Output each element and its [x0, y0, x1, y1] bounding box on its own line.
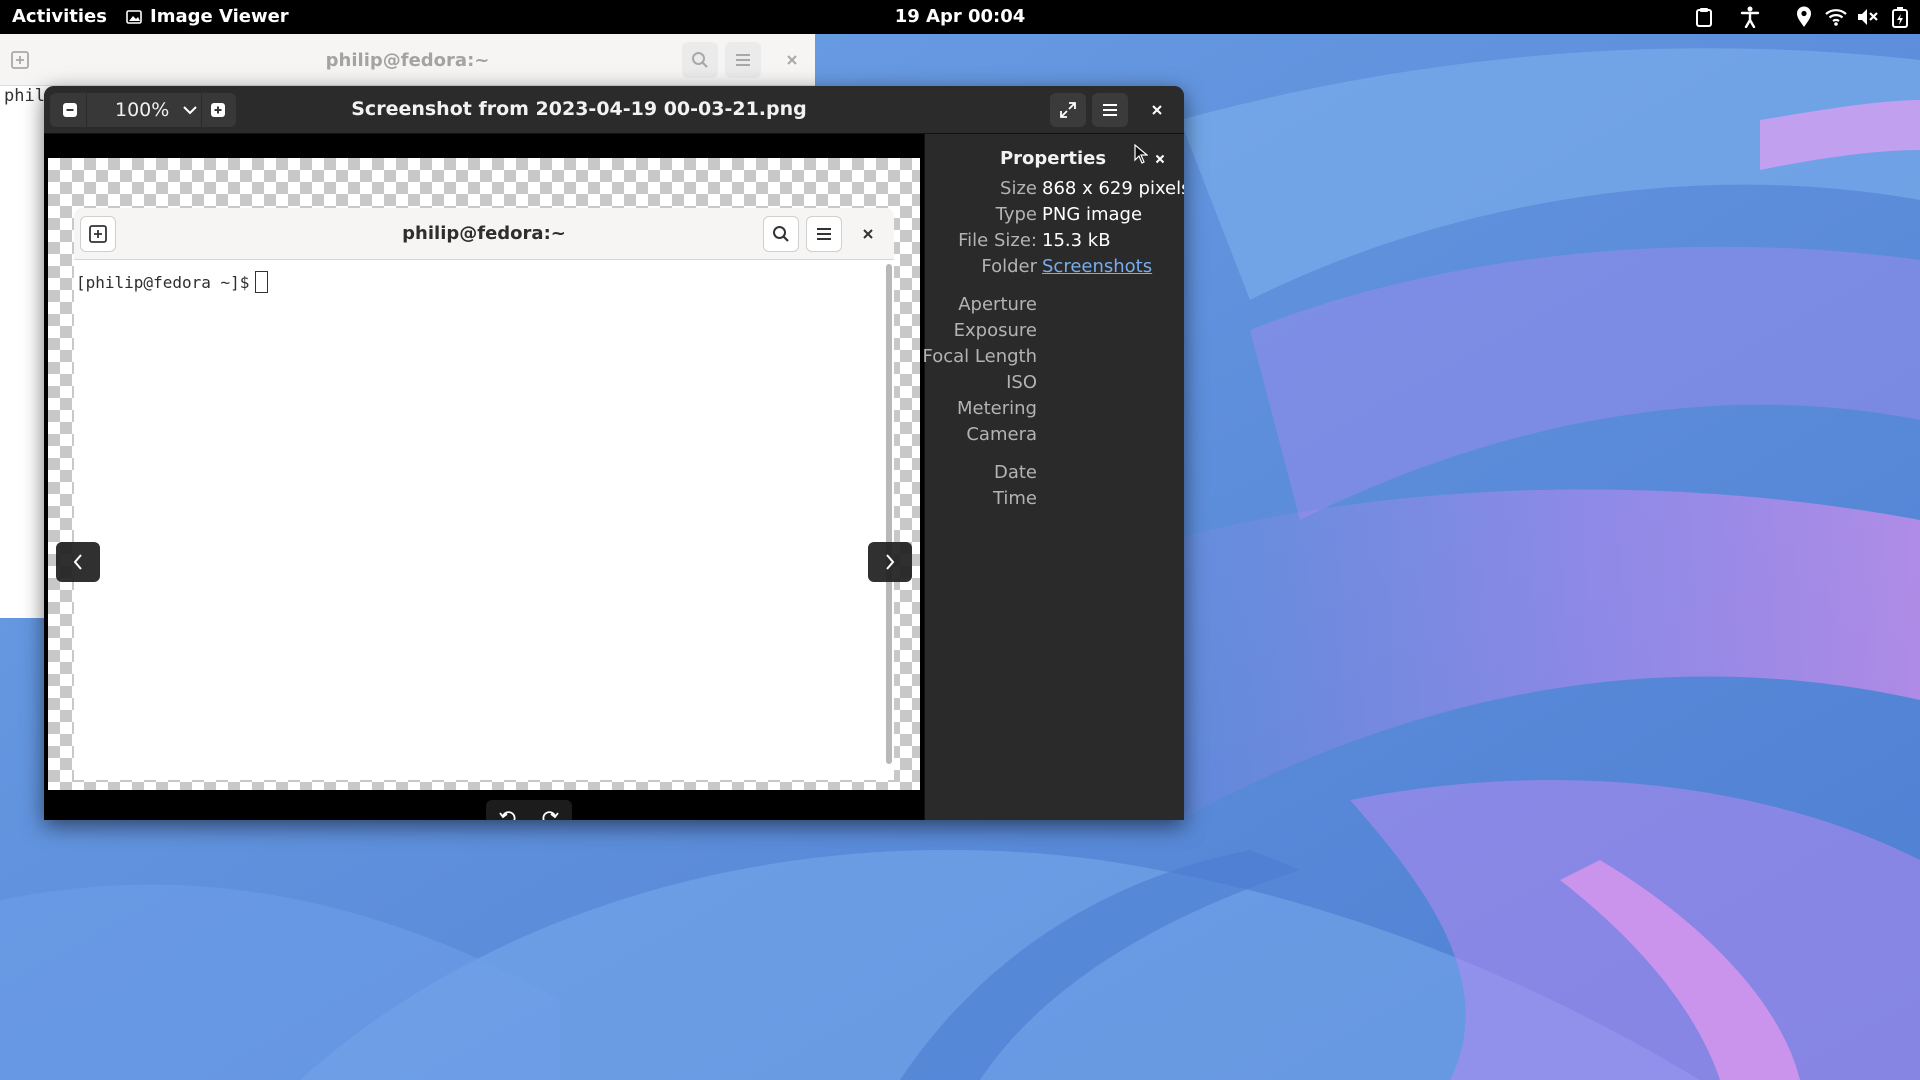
property-row-focal-length: Focal Length: [922, 346, 1184, 370]
close-icon: [1151, 104, 1163, 116]
image-viewer-app-icon: [126, 9, 142, 25]
image-viewer-title: Screenshot from 2023-04-19 00-03-21.png: [351, 98, 807, 120]
property-row-metering: Metering: [925, 398, 1184, 422]
properties-close-button[interactable]: [1149, 148, 1171, 170]
property-label: Camera: [966, 424, 1037, 445]
property-value: 15.3 kB: [1042, 230, 1111, 251]
property-value: 868 x 629 pixels: [1042, 178, 1184, 199]
image-viewer-window[interactable]: 100% Screenshot from 2023-04-19 00-03-21…: [44, 86, 1184, 820]
folder-link[interactable]: Screenshots: [1042, 256, 1152, 277]
background-terminal-prompt: phil: [4, 86, 45, 106]
clipboard-icon[interactable]: [1692, 5, 1716, 29]
hamburger-icon: [1101, 102, 1119, 118]
property-row-file-size: File Size: 15.3 kB: [925, 230, 1184, 254]
main-menu-button[interactable]: [1092, 93, 1128, 127]
property-row-date: Date: [925, 462, 1184, 486]
search-icon: [691, 51, 709, 69]
search-button[interactable]: [682, 42, 718, 78]
terminal-cursor: [255, 271, 269, 293]
image-terminal-prompt-text: [philip@fedora ~]$: [76, 272, 250, 292]
property-row-iso: ISO: [925, 372, 1184, 396]
previous-image-button[interactable]: [56, 542, 100, 582]
property-label: ISO: [1006, 372, 1037, 393]
property-row-folder: Folder Screenshots: [925, 256, 1184, 280]
close-button[interactable]: [774, 42, 810, 78]
menu-button[interactable]: [725, 42, 761, 78]
property-row-type: Type PNG image: [925, 204, 1184, 228]
property-row-exposure: Exposure: [925, 320, 1184, 344]
zoom-out-button[interactable]: [54, 93, 86, 127]
rotate-left-icon: [499, 810, 517, 820]
battery-icon[interactable]: [1888, 5, 1912, 29]
transparency-checkerboard: philip@fedora:~ [philip@fedora ~]$: [48, 158, 920, 790]
property-value: PNG image: [1042, 204, 1143, 225]
chevron-right-icon: [884, 553, 896, 571]
rotate-controls: [486, 800, 572, 820]
image-terminal-headerbar: philip@fedora:~: [74, 208, 894, 260]
volume-muted-icon[interactable]: [1856, 5, 1880, 29]
property-label: Focal Length: [922, 346, 1037, 367]
chevron-down-icon: [183, 105, 197, 115]
close-icon: [786, 54, 798, 66]
property-row-aperture: Aperture: [925, 294, 1184, 318]
close-icon: [1155, 154, 1165, 164]
property-label: Exposure: [953, 320, 1037, 341]
image-canvas[interactable]: philip@fedora:~ [philip@fedora ~]$: [44, 134, 924, 820]
chevron-left-icon: [72, 553, 84, 571]
property-label: Size: [1000, 178, 1037, 199]
image-terminal-prompt: [philip@fedora ~]$: [76, 271, 269, 293]
image-viewer-headerbar: 100% Screenshot from 2023-04-19 00-03-21…: [44, 86, 1184, 134]
property-label: Type: [995, 204, 1037, 225]
mouse-pointer-icon: [1134, 144, 1148, 164]
top-bar: Activities Image Viewer 19 Apr 00:04: [0, 0, 1920, 34]
location-icon[interactable]: [1792, 5, 1816, 29]
image-search-icon: [763, 216, 799, 252]
property-label: Time: [992, 488, 1037, 509]
property-label: Date: [993, 462, 1037, 483]
window-close-button[interactable]: [1142, 93, 1172, 127]
property-label: Aperture: [958, 294, 1037, 315]
wifi-icon[interactable]: [1824, 5, 1848, 29]
rotate-left-button[interactable]: [488, 802, 528, 820]
zoom-level-dropdown[interactable]: 100%: [86, 93, 202, 127]
accessibility-icon[interactable]: [1738, 5, 1762, 29]
zoom-level-value: 100%: [115, 99, 170, 121]
activities-button[interactable]: Activities: [12, 6, 107, 27]
property-row-time: Time: [925, 488, 1184, 512]
clock[interactable]: 19 Apr 00:04: [895, 6, 1026, 27]
next-image-button[interactable]: [868, 542, 912, 582]
fullscreen-button[interactable]: [1050, 93, 1086, 127]
hamburger-icon: [734, 52, 752, 68]
background-terminal-headerbar: philip@fedora:~: [0, 34, 815, 86]
property-label: Folder: [981, 256, 1037, 277]
system-tray[interactable]: [1692, 5, 1912, 29]
zoom-out-icon: [62, 102, 78, 118]
property-row-size: Size 868 x 629 pixels: [925, 178, 1184, 202]
image-hamburger-icon: [806, 216, 842, 252]
property-label: File Size:: [958, 230, 1037, 251]
app-menu[interactable]: Image Viewer: [126, 6, 289, 27]
app-menu-label: Image Viewer: [150, 6, 289, 27]
image-close-icon: [850, 216, 886, 252]
property-label: Metering: [957, 398, 1037, 419]
displayed-image-terminal: philip@fedora:~ [philip@fedora ~]$: [74, 208, 894, 780]
rotate-right-icon: [541, 810, 559, 820]
image-terminal-scrollbar: [886, 264, 892, 764]
rotate-right-button[interactable]: [530, 802, 570, 820]
property-row-camera: Camera: [925, 424, 1184, 448]
properties-sidebar: Properties Size 868 x 629 pixels Type PN…: [922, 134, 1184, 820]
fullscreen-icon: [1059, 101, 1077, 119]
